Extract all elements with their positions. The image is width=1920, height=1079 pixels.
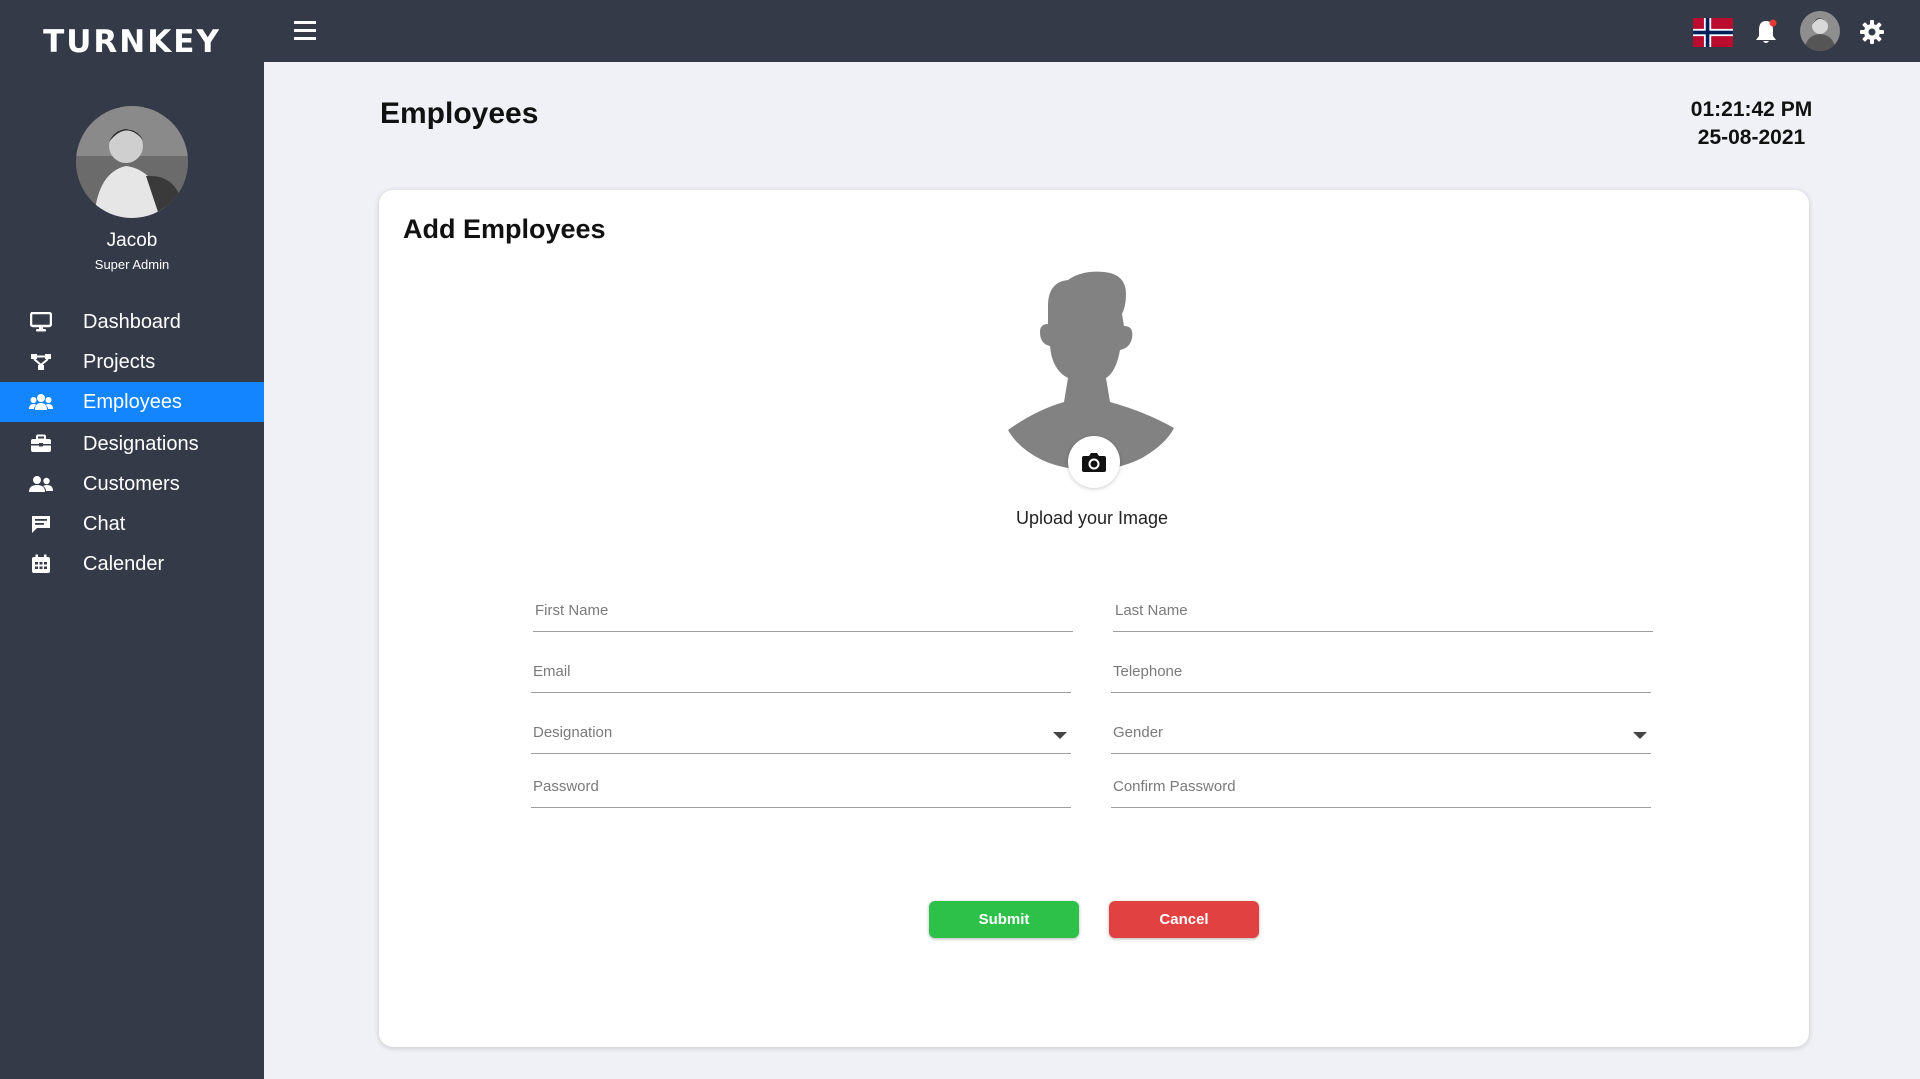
- sidebar-item-label: Chat: [83, 512, 126, 535]
- monitor-icon: [28, 312, 54, 332]
- cancel-button[interactable]: Cancel: [1109, 901, 1259, 938]
- last-name-field[interactable]: [1113, 596, 1653, 632]
- sidebar-item-label: Dashboard: [83, 310, 181, 333]
- sidebar-nav: Dashboard Projects Employees Designation…: [0, 302, 264, 584]
- avatar-photo: [76, 106, 188, 218]
- submit-button[interactable]: Submit: [929, 901, 1079, 938]
- upload-image-label: Upload your Image: [1015, 508, 1169, 528]
- confirm-password-field[interactable]: [1111, 772, 1651, 808]
- sidebar-item-label: Customers: [83, 472, 180, 495]
- first-name-field[interactable]: [533, 596, 1073, 632]
- sidebar-item-employees[interactable]: Employees: [0, 382, 264, 422]
- norway-flag-icon[interactable]: [1693, 18, 1733, 52]
- email-field[interactable]: [531, 657, 1071, 693]
- designation-select[interactable]: [531, 718, 1071, 754]
- current-time: 01:21:42 PM: [1690, 98, 1813, 121]
- sidebar-item-chat[interactable]: Chat: [0, 504, 264, 544]
- current-date: 25-08-2021: [1697, 126, 1806, 149]
- password-field[interactable]: [531, 772, 1071, 808]
- last-name-input[interactable]: [1115, 602, 1625, 619]
- sidebar-item-dashboard[interactable]: Dashboard: [0, 302, 264, 342]
- confirm-password-input[interactable]: [1113, 778, 1623, 795]
- gender-select[interactable]: [1111, 718, 1651, 754]
- menu-icon[interactable]: [294, 21, 316, 41]
- avatar[interactable]: [76, 106, 188, 218]
- email-input[interactable]: [533, 663, 1043, 680]
- bell-icon[interactable]: [1753, 18, 1779, 51]
- sidebar-item-customers[interactable]: Customers: [0, 464, 264, 504]
- add-employee-card: Add Employees Upload your Image First Na…: [379, 190, 1809, 1047]
- user-name: Jacob: [106, 230, 158, 251]
- telephone-field[interactable]: [1111, 657, 1651, 693]
- top-bar: [264, 0, 1920, 62]
- page-title: Employees: [380, 97, 539, 130]
- sidebar-item-label: Calender: [83, 552, 165, 575]
- card-title: Add Employees: [403, 214, 606, 244]
- telephone-input[interactable]: [1113, 663, 1623, 680]
- user-friends-icon: [28, 474, 54, 494]
- user-role: Super Admin: [94, 257, 170, 272]
- calendar-icon: [28, 554, 54, 574]
- users-icon: [28, 392, 54, 412]
- sitemap-icon: [28, 352, 54, 372]
- chevron-down-icon[interactable]: [1633, 732, 1647, 739]
- sidebar-item-label: Employees: [83, 390, 182, 413]
- sidebar-item-projects[interactable]: Projects: [0, 342, 264, 382]
- chevron-down-icon[interactable]: [1053, 732, 1067, 739]
- sidebar-item-calender[interactable]: Calender: [0, 544, 264, 584]
- sidebar-item-designations[interactable]: Designations: [0, 424, 264, 464]
- clock: 01:21:42 PM 25-08-2021: [1664, 96, 1839, 152]
- gender-input[interactable]: [1113, 724, 1623, 741]
- sidebar: TURNKEY Jacob Super Admin Dashboard Proj…: [0, 0, 264, 1079]
- gear-icon[interactable]: [1860, 20, 1884, 49]
- briefcase-icon: [28, 434, 54, 454]
- sidebar-item-label: Projects: [83, 350, 156, 373]
- app-logo[interactable]: TURNKEY: [0, 24, 264, 60]
- user-avatar[interactable]: [1800, 11, 1840, 56]
- camera-icon: [1082, 453, 1106, 472]
- password-input[interactable]: [533, 778, 1043, 795]
- chat-icon: [28, 514, 54, 534]
- designation-input[interactable]: [533, 724, 1043, 741]
- camera-upload-button[interactable]: [1068, 436, 1120, 488]
- sidebar-item-label: Designations: [83, 432, 199, 455]
- first-name-input[interactable]: [535, 602, 1045, 619]
